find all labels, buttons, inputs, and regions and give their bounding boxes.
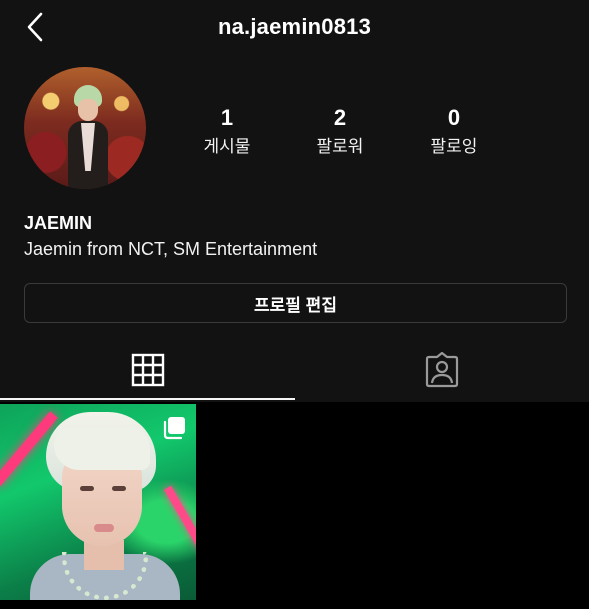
- followers-label: 팔로워: [316, 137, 364, 156]
- following-stat[interactable]: 0 팔로잉: [399, 106, 509, 157]
- tab-tagged[interactable]: [295, 340, 589, 400]
- post-thumbnail[interactable]: [0, 404, 196, 600]
- profile-username: na.jaemin0813: [217, 14, 372, 39]
- following-count: 0: [447, 105, 461, 130]
- profile-tabs: [0, 340, 589, 402]
- active-tab-indicator: [0, 398, 295, 400]
- followers-stat[interactable]: 2 팔로워: [285, 106, 395, 157]
- tab-grid[interactable]: [0, 340, 295, 400]
- avatar-figure: [68, 85, 108, 189]
- tagged-person-icon: [425, 352, 459, 388]
- grid-icon: [131, 353, 164, 387]
- posts-count: 1: [220, 105, 234, 130]
- avatar[interactable]: [24, 67, 146, 189]
- profile-screen: na.jaemin0813 1 게시물 2 팔로워 0 팔로잉 JAEMIN J…: [0, 0, 589, 609]
- following-label: 팔로잉: [430, 137, 478, 156]
- posts-stat[interactable]: 1 게시물: [172, 106, 282, 157]
- edit-profile-button[interactable]: 프로필 편집: [24, 283, 567, 323]
- bio-text: Jaemin from NCT, SM Entertainment: [24, 239, 318, 259]
- display-name: JAEMIN: [24, 213, 93, 233]
- posts-label: 게시물: [203, 137, 251, 156]
- post-grid: [0, 402, 589, 609]
- followers-count: 2: [333, 105, 347, 130]
- multiple-photos-icon: [163, 417, 185, 440]
